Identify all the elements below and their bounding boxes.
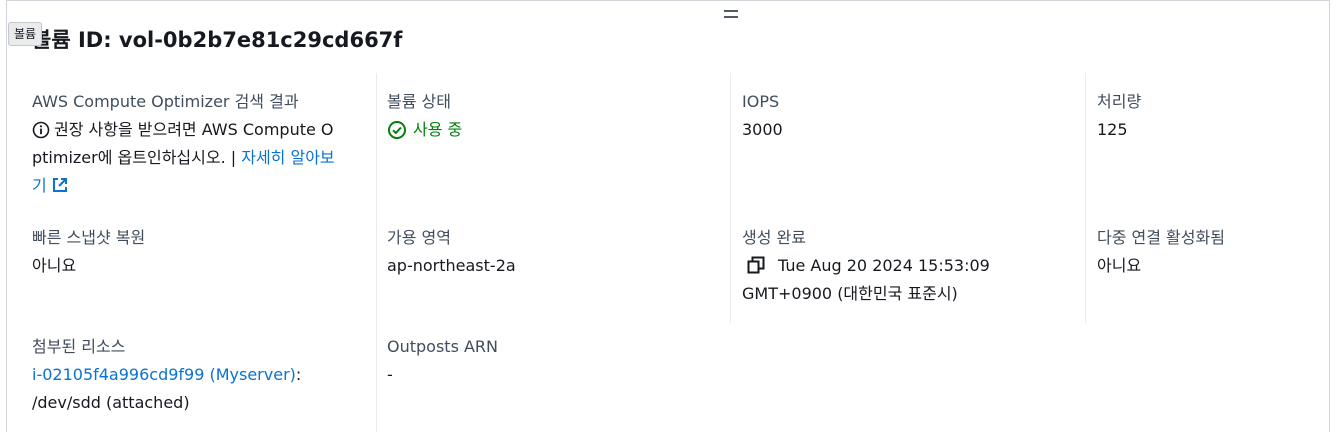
outposts-label: Outposts ARN: [387, 337, 499, 356]
attached-resources-line1: i-02105f4a996cd9f99 (Myserver):: [32, 361, 362, 389]
iops-label: IOPS: [742, 92, 780, 111]
attached-resources-label: 첨부된 리소스: [32, 337, 126, 356]
optimizer-label: AWS Compute Optimizer 검색 결과: [32, 92, 299, 111]
attached-resources-field: 첨부된 리소스 i-02105f4a996cd9f99 (Myserver): …: [32, 333, 362, 417]
column-divider: [1085, 73, 1086, 323]
iops-field: IOPS 3000: [742, 88, 1072, 144]
volume-state-value: 사용 중: [413, 120, 463, 139]
optimizer-field: AWS Compute Optimizer 검색 결과 권장 사항을 받으려면 …: [32, 88, 362, 200]
fast-snapshot-field: 빠른 스냅샷 복원 아니요: [32, 224, 362, 280]
availability-zone-field: 가용 영역 ap-northeast-2a: [387, 224, 717, 280]
multi-attach-label: 다중 연결 활성화됨: [1097, 228, 1225, 247]
optimizer-message-line3: 기: [32, 172, 362, 200]
attached-resources-device: /dev/sdd (attached): [32, 393, 190, 412]
multi-attach-value: 아니요: [1097, 256, 1142, 275]
external-link-icon[interactable]: [51, 176, 69, 194]
page-title: 볼륨 ID: vol-0b2b7e81c29cd667f: [32, 28, 403, 52]
drag-handle-icon[interactable]: [722, 8, 740, 20]
copy-icon[interactable]: [746, 255, 766, 275]
check-circle-icon: [388, 121, 406, 139]
fast-snapshot-label: 빠른 스냅샷 복원: [32, 228, 146, 247]
fast-snapshot-value: 아니요: [32, 256, 77, 275]
throughput-value: 125: [1097, 120, 1128, 139]
outposts-field: Outposts ARN -: [387, 333, 717, 389]
created-line2: GMT+0900 (대한민국 표준시): [742, 284, 958, 303]
iops-value: 3000: [742, 120, 783, 139]
availability-zone-value: ap-northeast-2a: [387, 256, 516, 275]
learn-more-link[interactable]: 자세히 알아보: [241, 148, 334, 167]
column-divider: [376, 73, 377, 432]
created-line1: Tue Aug 20 2024 15:53:09: [778, 256, 990, 275]
status-badge: 사용 중: [387, 116, 462, 144]
column-divider: [730, 73, 731, 323]
created-label: 생성 완료: [742, 228, 806, 247]
volume-state-field: 볼륨 상태 사용 중: [387, 88, 717, 149]
optimizer-line2: ptimizer에 옵트인하십시오. |: [32, 148, 242, 167]
created-field: 생성 완료 Tue Aug 20 2024 15:53:09 GMT+0900 …: [742, 224, 1072, 308]
outposts-value: -: [387, 365, 393, 384]
optimizer-line1: 권장 사항을 받으려면 AWS Compute O: [54, 120, 334, 139]
created-line1-row: Tue Aug 20 2024 15:53:09: [742, 252, 1072, 280]
optimizer-message-line2: ptimizer에 옵트인하십시오. | 자세히 알아보: [32, 144, 362, 172]
volume-state-label: 볼륨 상태: [387, 92, 451, 111]
multi-attach-field: 다중 연결 활성화됨 아니요: [1097, 224, 1317, 280]
instance-link[interactable]: i-02105f4a996cd9f99 (Myserver): [32, 365, 296, 384]
info-icon: [32, 121, 50, 139]
availability-zone-label: 가용 영역: [387, 228, 451, 247]
throughput-field: 처리량 125: [1097, 88, 1317, 144]
learn-more-link-cont[interactable]: 기: [32, 176, 47, 195]
tooltip: 볼륨: [8, 22, 43, 46]
optimizer-message: 권장 사항을 받으려면 AWS Compute O: [32, 116, 362, 144]
attached-resources-suffix: :: [295, 365, 302, 384]
throughput-label: 처리량: [1097, 92, 1142, 111]
